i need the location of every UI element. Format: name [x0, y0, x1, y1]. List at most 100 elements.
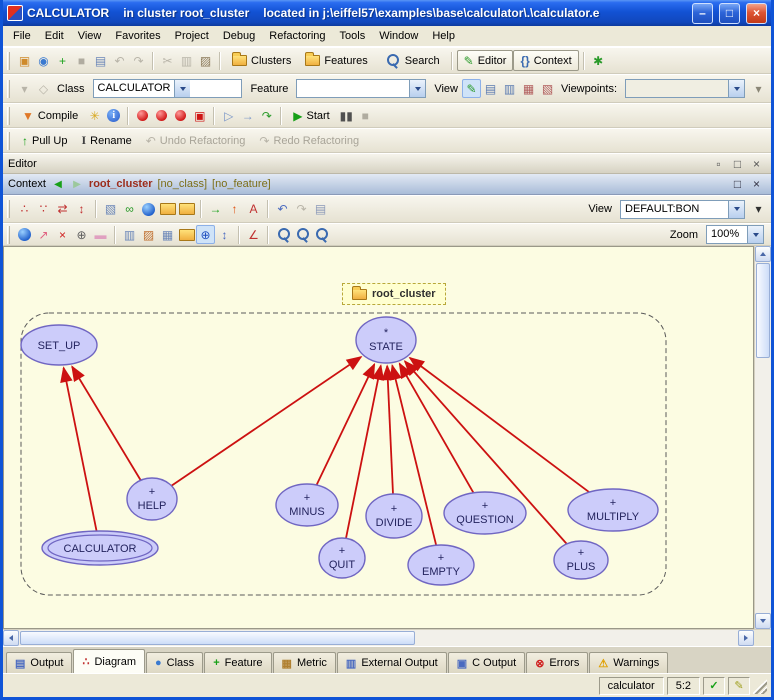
- class-node-divide[interactable]: +DIVIDE: [366, 494, 422, 538]
- feature-combo-dropdown[interactable]: [409, 80, 425, 97]
- debug-run-ignore-icon[interactable]: ▷: [219, 106, 238, 125]
- horizontal-scroll-track[interactable]: [416, 630, 738, 646]
- fit-to-screen-icon[interactable]: [292, 225, 311, 244]
- history-back-icon[interactable]: ◀: [51, 177, 65, 192]
- horizontal-scroll-thumb[interactable]: [20, 631, 415, 645]
- breakpoint-enable-icon[interactable]: [133, 106, 152, 125]
- save-icon[interactable]: ■: [72, 51, 91, 70]
- toggle-quality-icon[interactable]: [15, 225, 34, 244]
- diagram-view-dropdown[interactable]: [728, 201, 744, 218]
- inheritance-link-calculator-set_up[interactable]: [64, 368, 97, 531]
- scroll-up-button[interactable]: [755, 246, 771, 262]
- toolbar-grip[interactable]: [7, 226, 10, 244]
- menu-tools[interactable]: Tools: [333, 28, 373, 44]
- menu-window[interactable]: Window: [372, 28, 425, 44]
- class-node-calculator[interactable]: CALCULATOR: [42, 531, 158, 565]
- toggle-grid-icon[interactable]: ▦: [158, 225, 177, 244]
- float-panel-icon[interactable]: ▫: [709, 154, 728, 173]
- zoom-in-icon[interactable]: [273, 225, 292, 244]
- zoom-out-icon[interactable]: [311, 225, 330, 244]
- paste-icon[interactable]: ▨: [196, 51, 215, 70]
- toolbar-grip[interactable]: [7, 80, 10, 98]
- class-node-plus[interactable]: +PLUS: [554, 541, 608, 579]
- menu-view[interactable]: View: [71, 28, 109, 44]
- cluster-legend-icon[interactable]: [177, 200, 196, 219]
- anchor-tool-icon[interactable]: ⊕: [72, 225, 91, 244]
- title-bar[interactable]: CALCULATORin cluster root_clusterlocated…: [3, 0, 771, 26]
- horizontal-scrollbar[interactable]: [3, 629, 771, 646]
- toolbar-overflow-icon[interactable]: ▾: [749, 79, 768, 98]
- cut-icon[interactable]: ✂: [158, 51, 177, 70]
- project-info-icon[interactable]: [104, 106, 123, 125]
- close-context-panel-icon[interactable]: ×: [747, 175, 766, 194]
- external-commands-icon[interactable]: ✱: [589, 51, 608, 70]
- copy-icon[interactable]: ▥: [177, 51, 196, 70]
- maximize-button[interactable]: □: [719, 3, 740, 24]
- toggle-labels-icon[interactable]: ▥: [120, 225, 139, 244]
- redo-icon[interactable]: ↷: [129, 51, 148, 70]
- step-out-icon[interactable]: ↷: [257, 106, 276, 125]
- menu-refactoring[interactable]: Refactoring: [262, 28, 332, 44]
- menu-edit[interactable]: Edit: [38, 28, 71, 44]
- menu-debug[interactable]: Debug: [216, 28, 262, 44]
- menu-help[interactable]: Help: [425, 28, 462, 44]
- close-button[interactable]: ×: [746, 3, 767, 24]
- view-interface-icon[interactable]: ▧: [538, 79, 557, 98]
- diagram-history-icon[interactable]: ▤: [311, 200, 330, 219]
- cluster-label[interactable]: root_cluster: [342, 283, 446, 305]
- undo-icon[interactable]: ↶: [110, 51, 129, 70]
- compile-button[interactable]: ▼ Compile: [15, 105, 85, 126]
- straighten-links-icon[interactable]: ∠: [244, 225, 263, 244]
- undo-refactoring-button[interactable]: ↶ Undo Refactoring: [139, 130, 253, 151]
- viewpoints-combo[interactable]: [625, 79, 745, 98]
- undo-diagram-icon[interactable]: ↶: [273, 200, 292, 219]
- tab-feature[interactable]: +Feature: [204, 652, 271, 673]
- vertical-scrollbar[interactable]: [754, 246, 771, 629]
- pause-icon[interactable]: ▮▮: [337, 106, 356, 125]
- crop-diagram-icon[interactable]: ▧: [101, 200, 120, 219]
- redo-refactoring-button[interactable]: ↷ Redo Refactoring: [252, 130, 366, 151]
- client-supplier-links-icon[interactable]: ⇄: [53, 200, 72, 219]
- menu-favorites[interactable]: Favorites: [108, 28, 167, 44]
- stop-icon[interactable]: ■: [356, 106, 375, 125]
- tab-external-output[interactable]: ▥External Output: [337, 652, 447, 673]
- feature-combo[interactable]: [296, 79, 426, 98]
- open-file-icon[interactable]: ◉: [34, 51, 53, 70]
- breakpoint-remove-icon[interactable]: [171, 106, 190, 125]
- inheritance-link-tool-icon[interactable]: ↕: [72, 200, 91, 219]
- go-to-result-icon[interactable]: →: [206, 200, 225, 219]
- features-button[interactable]: Features: [298, 50, 374, 71]
- eraser-tool-icon[interactable]: ▬: [91, 225, 110, 244]
- menu-project[interactable]: Project: [168, 28, 216, 44]
- tab-class[interactable]: ●Class: [146, 652, 203, 673]
- tab-diagram[interactable]: ∴Diagram: [73, 649, 145, 673]
- class-node-question[interactable]: +QUESTION: [444, 492, 526, 534]
- class-node-empty[interactable]: +EMPTY: [408, 545, 474, 585]
- diagram-view-combo[interactable]: DEFAULT:BON: [620, 200, 745, 219]
- menu-file[interactable]: File: [6, 28, 38, 44]
- snap-to-grid-icon[interactable]: [177, 225, 196, 244]
- resize-grip[interactable]: [753, 678, 767, 694]
- class-node-quit[interactable]: +QUIT: [319, 538, 365, 578]
- start-button[interactable]: ▶ Start: [286, 105, 336, 126]
- tab-metric[interactable]: ▦Metric: [273, 652, 336, 673]
- scroll-down-button[interactable]: [755, 613, 771, 629]
- save-all-icon[interactable]: ▤: [91, 51, 110, 70]
- finalize-key-icon[interactable]: ✳: [85, 106, 104, 125]
- editor-toggle-button[interactable]: ✎ Editor: [457, 50, 514, 71]
- view-editor-icon[interactable]: ✎: [462, 79, 481, 98]
- rename-button[interactable]: I Rename: [74, 130, 138, 151]
- class-combo-dropdown[interactable]: [174, 80, 190, 97]
- inheritance-link-multiply-state[interactable]: [410, 358, 589, 492]
- tab-errors[interactable]: ⊗Errors: [526, 652, 588, 673]
- viewpoints-combo-dropdown[interactable]: [728, 80, 744, 97]
- inheritance-tool-icon[interactable]: ↗: [34, 225, 53, 244]
- class-combo[interactable]: CALCULATOR: [93, 79, 243, 98]
- new-cluster-icon[interactable]: [158, 200, 177, 219]
- toolbar-grip[interactable]: [7, 52, 10, 70]
- inheritance-link-divide-state[interactable]: [387, 366, 393, 494]
- put-label-icon[interactable]: A: [244, 200, 263, 219]
- put-class-icon[interactable]: ↑: [225, 200, 244, 219]
- link-tool-icon[interactable]: ∞: [120, 200, 139, 219]
- view-flat-icon[interactable]: ▤: [481, 79, 500, 98]
